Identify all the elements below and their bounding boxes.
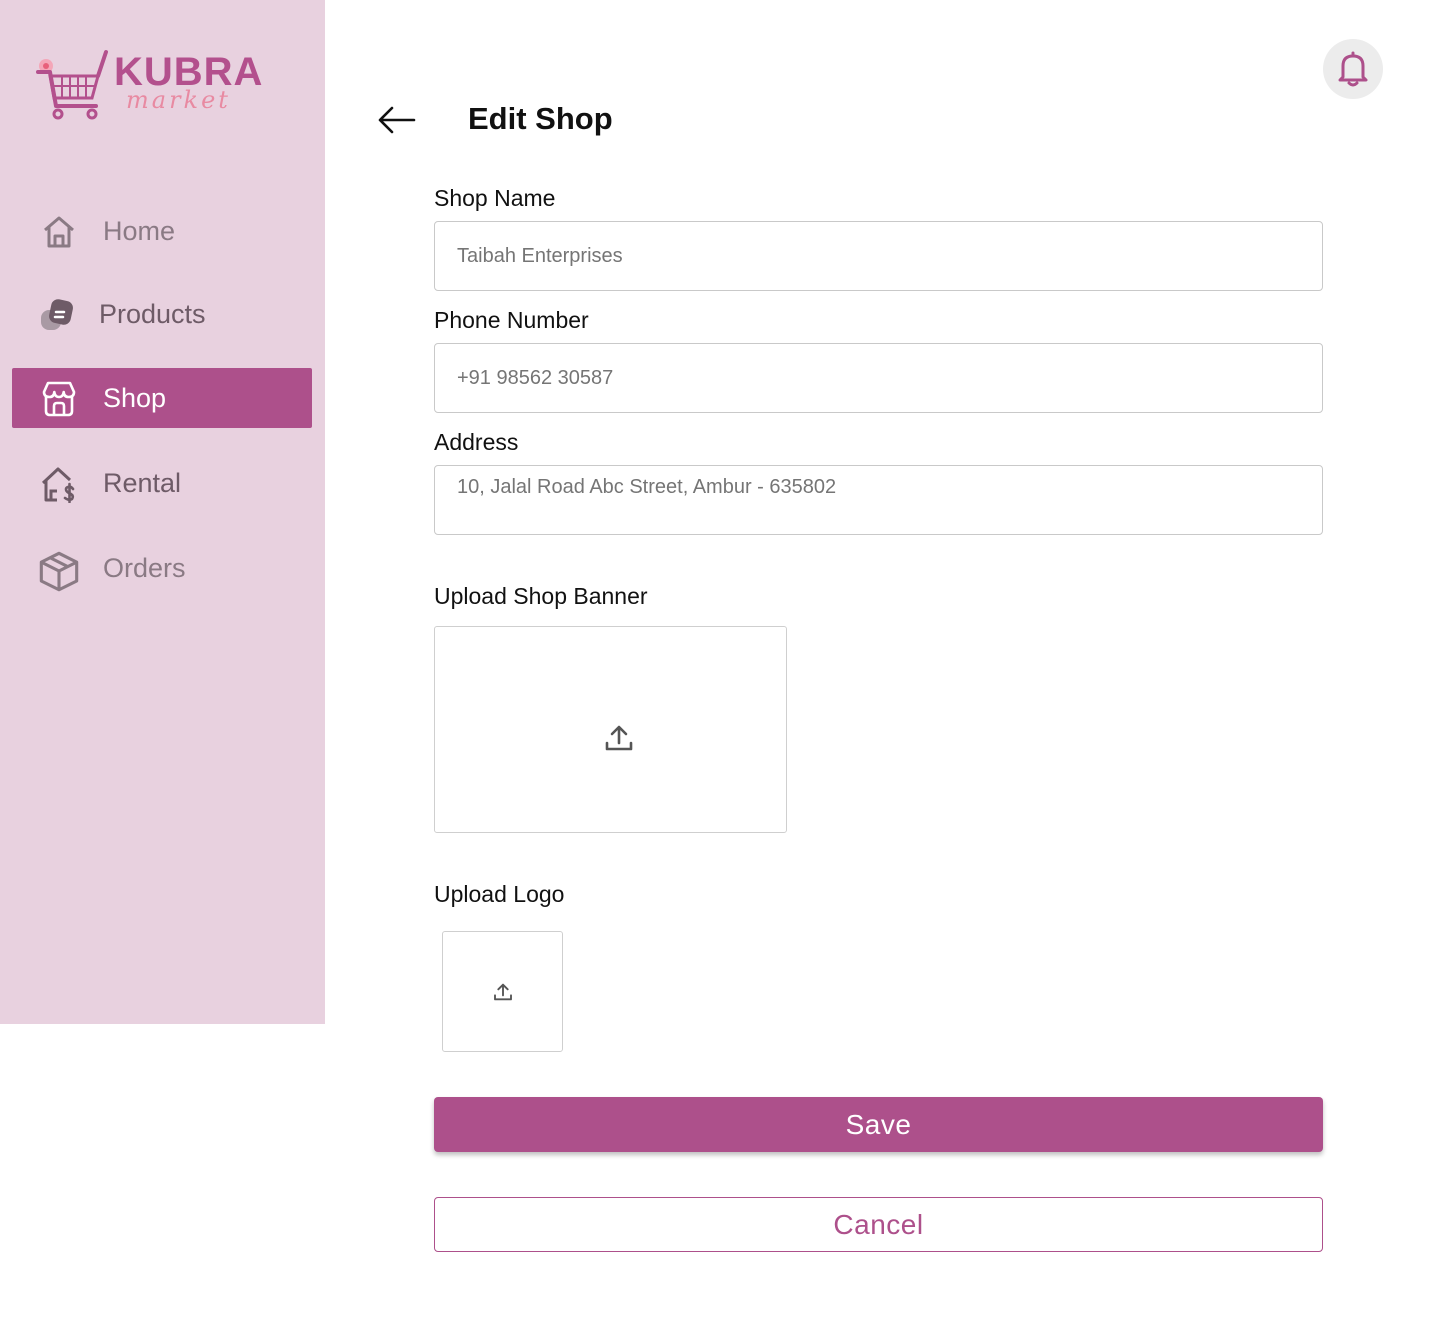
shop-name-input[interactable]: [434, 221, 1323, 291]
address-label: Address: [434, 429, 519, 455]
sidebar-item-label: Rental: [103, 467, 182, 498]
sidebar: KUBRA market Home Products Shop Rental O…: [0, 0, 325, 1024]
notification-button[interactable]: [1323, 39, 1383, 99]
orders-icon: [39, 551, 79, 592]
upload-banner-dropzone[interactable]: [434, 626, 787, 833]
cart-logo-icon: [36, 50, 108, 120]
phone-number-input[interactable]: [434, 343, 1323, 413]
page-title: Edit Shop: [468, 101, 613, 136]
shop-name-label: Shop Name: [434, 185, 556, 211]
sidebar-item-label: Orders: [103, 552, 186, 583]
brand-tagline: market: [126, 86, 231, 114]
home-icon: [44, 216, 74, 248]
brand-logo[interactable]: KUBRA market: [34, 46, 264, 126]
save-button[interactable]: Save: [434, 1097, 1323, 1152]
upload-logo-dropzone[interactable]: [442, 931, 563, 1052]
upload-banner-label: Upload Shop Banner: [434, 583, 648, 609]
rental-icon: [41, 467, 75, 503]
sidebar-item-rental[interactable]: Rental: [12, 453, 312, 513]
upload-icon: [493, 983, 512, 1000]
sidebar-item-orders[interactable]: Orders: [12, 538, 312, 598]
sidebar-item-products[interactable]: Products: [12, 284, 312, 344]
shop-icon: [42, 381, 76, 417]
bell-icon: [1338, 51, 1368, 87]
back-button[interactable]: [374, 102, 418, 138]
products-icon: [41, 299, 73, 330]
arrow-left-icon: [378, 106, 416, 134]
sidebar-item-label: Home: [103, 215, 176, 246]
phone-number-label: Phone Number: [434, 307, 589, 333]
upload-icon: [605, 725, 632, 750]
cancel-button[interactable]: Cancel: [434, 1197, 1323, 1252]
sidebar-item-home[interactable]: Home: [12, 201, 312, 261]
sidebar-item-shop[interactable]: Shop: [12, 368, 312, 428]
sidebar-item-label: Shop: [103, 382, 167, 413]
upload-logo-label: Upload Logo: [434, 881, 565, 907]
sidebar-item-label: Products: [99, 298, 206, 329]
address-textarea[interactable]: [434, 465, 1323, 535]
